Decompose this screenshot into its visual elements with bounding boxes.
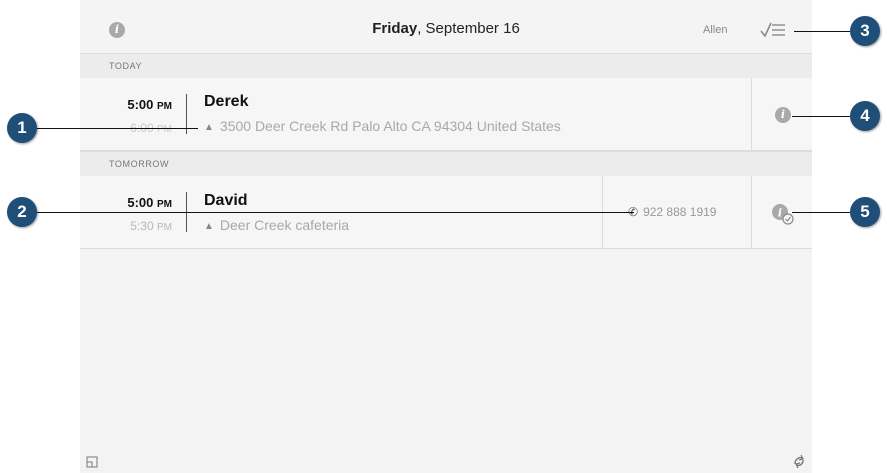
svg-text:i: i [778, 207, 782, 220]
section-header-today: TODAY [80, 53, 812, 79]
event-info-icon[interactable]: i [775, 107, 791, 123]
screen-icon[interactable] [86, 456, 98, 468]
cell-divider [751, 176, 752, 248]
callout-line-2 [36, 212, 634, 213]
callout-badge-4: 4 [850, 101, 880, 131]
title-day: Friday [372, 20, 418, 37]
cell-divider [751, 78, 752, 150]
checklist-icon[interactable] [759, 20, 787, 40]
callout-line-5 [792, 212, 850, 213]
event-name: David [204, 192, 248, 209]
event-location-text: Deer Creek cafeteria [219, 217, 350, 233]
callout-badge-3: 3 [850, 16, 880, 46]
event-phone[interactable]: ✆ 922 888 1919 [628, 205, 716, 219]
event-row-derek[interactable]: 5:00 PM 6:00 PM Derek ▲ 3500 Deer Creek R… [80, 78, 812, 151]
event-start-time: 5:00 PM [127, 97, 172, 112]
callout-badge-5: 5 [850, 197, 880, 227]
top-bar: i Friday, September 16 Allen [80, 0, 812, 54]
event-end-time: 5:30 PM [130, 219, 172, 233]
navigation-arrow-icon: ▲ [204, 221, 214, 232]
callout-line-3 [794, 31, 850, 32]
callout-line-1 [36, 128, 198, 129]
agenda-app: i Friday, September 16 Allen TODAY 5:00 … [80, 0, 812, 473]
user-name[interactable]: Allen [703, 24, 727, 36]
info-checked-icon[interactable]: i [770, 202, 796, 226]
navigation-arrow-icon: ▲ [204, 122, 214, 133]
callout-line-4 [792, 116, 850, 117]
event-location: ▲ 3500 Deer Creek Rd Palo Alto CA 94304 U… [204, 118, 561, 134]
sync-icon[interactable] [791, 452, 807, 470]
annotated-screenshot: i Friday, September 16 Allen TODAY 5:00 … [0, 0, 887, 473]
event-name: Derek [204, 93, 249, 110]
event-phone-number: 922 888 1919 [643, 205, 717, 219]
event-location: ▲ Deer Creek cafeteria [204, 217, 349, 233]
section-header-tomorrow: TOMORROW [80, 151, 812, 177]
callout-badge-1: 1 [7, 113, 37, 143]
event-location-text: 3500 Deer Creek Rd Palo Alto CA 94304 Un… [219, 118, 561, 134]
callout-badge-2: 2 [7, 197, 37, 227]
event-start-time: 5:00 PM [127, 195, 172, 210]
title-date: , September 16 [417, 20, 520, 37]
